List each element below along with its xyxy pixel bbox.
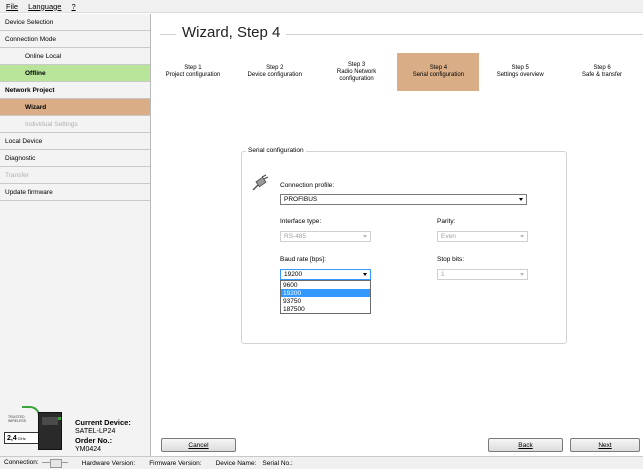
chevron-down-icon	[363, 235, 367, 238]
current-device-label: Current Device:	[75, 418, 131, 427]
interface-type-label: Interface type:	[280, 218, 322, 225]
status-connection: Connection:	[4, 459, 68, 469]
status-hardware-version: Hardware Version:	[81, 459, 136, 467]
chevron-down-icon	[520, 273, 524, 276]
status-firmware-version: Firmware Version:	[149, 459, 202, 467]
sidebar-item-local-device[interactable]: Local Device	[0, 133, 150, 150]
main-panel: Wizard, Step 4 Step 1 Project configurati…	[152, 14, 643, 456]
serial-plug-icon	[252, 174, 269, 191]
current-device-value: SATEL-LP24	[75, 428, 116, 435]
baud-option-93750[interactable]: 93750	[281, 297, 370, 305]
sidebar-item-offline[interactable]: Offline	[0, 65, 150, 82]
chevron-down-icon	[520, 235, 524, 238]
sidebar-item-online-local[interactable]: Online Local	[0, 48, 150, 65]
baud-option-9600[interactable]: 9600	[281, 281, 370, 289]
serial-configuration-legend: Serial configuration	[246, 147, 306, 154]
menu-help[interactable]: ?	[71, 2, 75, 11]
current-device-panel: TRUSTED WIRELESS 2,4 GHz Current Device: …	[0, 394, 151, 454]
step-3-tab[interactable]: Step 3 Radio Network configuration	[316, 53, 398, 91]
menu-language[interactable]: Language	[28, 2, 61, 11]
step-4-tab[interactable]: Step 4 Serial configuration	[397, 53, 480, 91]
page-title: Wizard, Step 4	[176, 24, 287, 41]
step-5-tab[interactable]: Step 5 Settings overview	[479, 53, 561, 91]
device-info: Current Device: SATEL-LP24 Order No.: YM…	[75, 418, 131, 454]
serial-configuration-group: Serial configuration Connection profile:…	[241, 147, 567, 344]
stop-bits-label: Stop bits:	[437, 256, 465, 263]
baud-rate-select[interactable]: 19200	[280, 269, 371, 280]
chevron-down-icon	[363, 273, 367, 276]
parity-label: Parity:	[437, 218, 456, 225]
stop-bits-select: 1	[437, 269, 528, 280]
frequency-badge: 2,4 GHz	[4, 432, 40, 444]
baud-option-19200[interactable]: 19200	[281, 289, 370, 297]
sidebar: Device Selection Connection Mode Online …	[0, 14, 151, 456]
order-no-value: YM0424	[75, 446, 102, 453]
menu-bar: File Language ?	[0, 0, 643, 13]
parity-select: Even	[437, 231, 528, 242]
back-button[interactable]: Back	[488, 438, 563, 452]
chevron-down-icon	[519, 198, 523, 201]
connection-profile-select[interactable]: PROFIBUS	[280, 194, 527, 205]
connection-profile-label: Connection profile:	[280, 182, 335, 189]
sidebar-item-update-firmware[interactable]: Update firmware	[0, 184, 150, 201]
interface-type-select: RS-485	[280, 231, 371, 242]
trusted-wireless-logo: TRUSTED WIRELESS	[8, 406, 40, 423]
status-bar: Connection: Hardware Version: Firmware V…	[0, 456, 643, 469]
sidebar-item-wizard[interactable]: Wizard	[0, 99, 150, 116]
step-1-tab[interactable]: Step 1 Project configuration	[152, 53, 234, 91]
sidebar-item-network-project[interactable]: Network Project	[0, 82, 150, 99]
step-2-tab[interactable]: Step 2 Device configuration	[234, 53, 316, 91]
order-no-label: Order No.:	[75, 436, 113, 445]
sidebar-item-transfer: Transfer	[0, 167, 150, 184]
menu-file[interactable]: File	[6, 2, 18, 11]
cancel-button[interactable]: Cancel	[161, 438, 236, 452]
connection-plug-icon	[41, 459, 68, 469]
baud-rate-dropdown-list: 9600 19200 93750 187500	[280, 280, 371, 314]
next-button[interactable]: Next	[570, 438, 640, 452]
device-image	[38, 412, 62, 450]
step-6-tab[interactable]: Step 6 Safe & transfer	[561, 53, 643, 91]
baud-option-187500[interactable]: 187500	[281, 305, 370, 313]
wizard-steps: Step 1 Project configuration Step 2 Device…	[152, 53, 643, 91]
sidebar-item-individual-settings: Individual Settings	[0, 116, 150, 133]
sidebar-item-diagnostic[interactable]: Diagnostic	[0, 150, 150, 167]
baud-rate-label: Baud rate [bps]:	[280, 256, 326, 263]
status-serial-no: Serial No.:	[262, 459, 293, 467]
sidebar-item-device-selection[interactable]: Device Selection	[0, 14, 150, 31]
status-device-name: Device Name:	[215, 459, 257, 467]
sidebar-item-connection-mode[interactable]: Connection Mode	[0, 31, 150, 48]
